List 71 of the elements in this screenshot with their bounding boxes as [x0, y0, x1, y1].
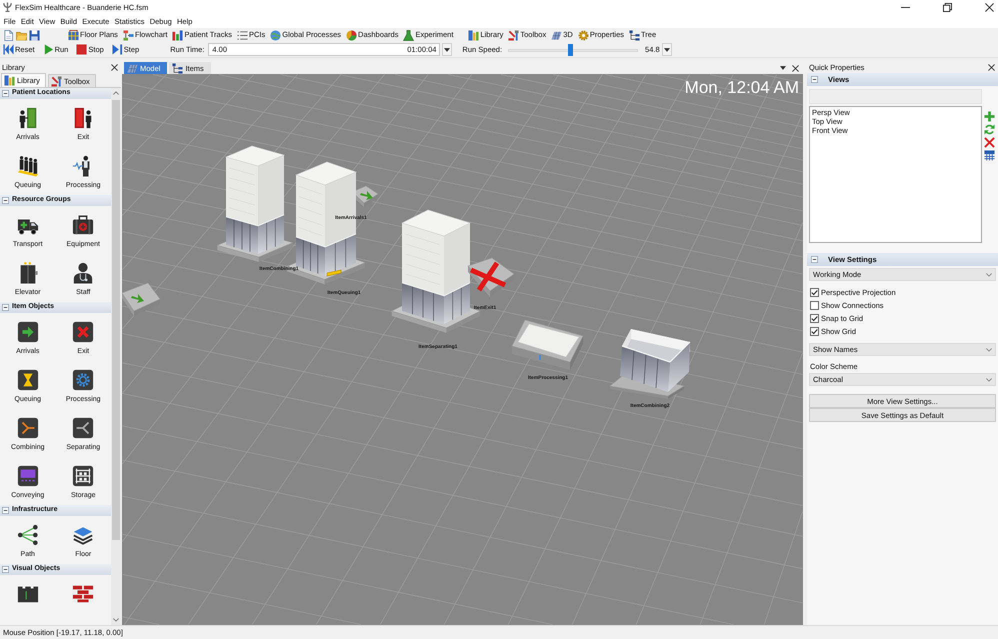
collapse-icon[interactable] — [2, 566, 9, 573]
conveyor-tile-icon — [16, 465, 39, 487]
floor-plan-icon — [68, 30, 79, 40]
dropdown-button[interactable] — [442, 43, 452, 56]
brick-wall-icon[interactable] — [72, 583, 94, 605]
doctor-icon — [72, 262, 94, 284]
checkbox[interactable] — [810, 314, 819, 323]
circular-arrows-icon[interactable] — [984, 124, 995, 135]
list-icon — [236, 30, 248, 40]
tools-icon — [50, 76, 62, 86]
save-icon[interactable] — [29, 30, 40, 40]
tools-icon — [508, 30, 520, 40]
checkbox[interactable] — [810, 327, 819, 336]
close-icon[interactable] — [985, 2, 994, 12]
new-file-icon[interactable] — [3, 30, 14, 40]
clock-text: Mon, 12:04 AM — [684, 78, 799, 97]
flowchart-icon — [122, 30, 134, 40]
play-icon — [42, 44, 54, 55]
pie-chart-icon — [346, 30, 358, 40]
collapse-icon[interactable] — [2, 90, 9, 97]
close-icon[interactable] — [111, 64, 118, 70]
cross-pad-object — [467, 258, 515, 297]
rack-tile-icon — [72, 465, 94, 487]
merge-tile-icon — [16, 417, 39, 439]
dropdown-arrow-icon[interactable] — [780, 66, 786, 70]
collapse-icon[interactable] — [811, 76, 818, 83]
scrollbar[interactable] — [111, 88, 121, 625]
plate-pad-object — [512, 320, 584, 370]
collapse-icon[interactable] — [811, 256, 818, 263]
arrow-tile-icon — [16, 321, 39, 343]
stop-icon — [76, 44, 88, 55]
medical-bag-icon — [72, 214, 94, 236]
scroll-down-icon[interactable] — [113, 618, 119, 622]
scroll-up-icon[interactable] — [113, 91, 119, 95]
speed-slider[interactable] — [508, 44, 638, 56]
open-folder-icon[interactable] — [16, 30, 27, 40]
grid-floor-icon — [127, 62, 138, 74]
checkbox[interactable] — [810, 288, 819, 297]
books-icon — [468, 30, 480, 40]
checkbox[interactable] — [810, 301, 819, 310]
dropdown-button[interactable] — [662, 43, 672, 56]
hourglass-tile-icon — [16, 369, 39, 391]
close-icon[interactable] — [988, 64, 995, 70]
gear-tile-icon — [72, 369, 94, 391]
table-icon[interactable] — [984, 150, 995, 161]
slider-thumb[interactable] — [568, 44, 573, 56]
dropdown-arrow-icon[interactable] — [444, 48, 450, 52]
cross-icon[interactable] — [984, 137, 995, 148]
tree-icon — [172, 62, 184, 74]
collapse-icon[interactable] — [2, 507, 9, 514]
globe-icon — [270, 30, 282, 40]
door-person-icon — [72, 107, 94, 129]
step-icon — [112, 44, 123, 55]
tree-icon — [629, 30, 640, 40]
people-queue-icon — [16, 155, 39, 177]
dropdown-arrow-icon[interactable] — [664, 48, 670, 52]
restore-icon[interactable] — [943, 2, 952, 12]
reset-icon — [3, 44, 14, 55]
logo-icon — [3, 2, 12, 12]
gear-icon — [578, 30, 589, 40]
cross-tile-icon — [72, 321, 94, 343]
close-icon[interactable] — [792, 64, 799, 72]
collapse-icon[interactable] — [2, 197, 9, 204]
scrollbar-thumb[interactable] — [112, 100, 120, 540]
network-icon — [16, 524, 39, 546]
plus-icon[interactable] — [984, 111, 995, 122]
grid-floor-icon — [551, 30, 562, 40]
split-tile-icon — [72, 417, 94, 439]
bar-chart-icon — [172, 30, 184, 40]
collapse-icon[interactable] — [2, 304, 9, 311]
books-icon — [4, 75, 15, 86]
